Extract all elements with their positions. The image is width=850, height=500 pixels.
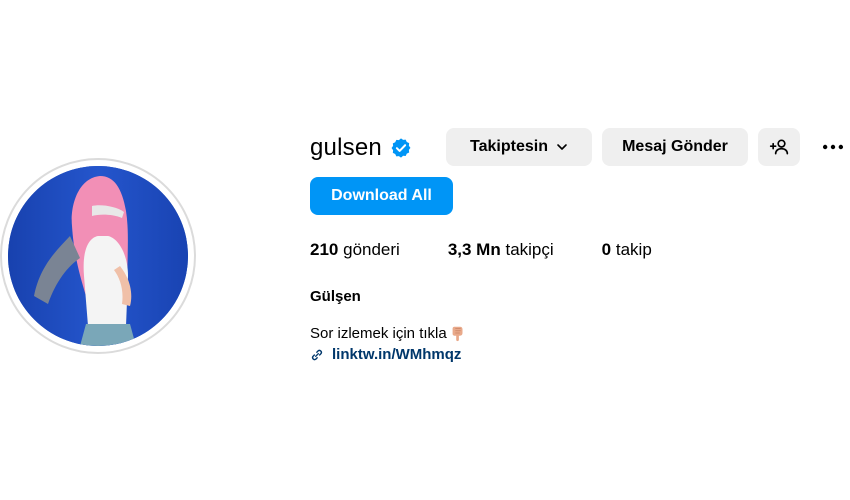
username-row: gulsen [310, 128, 412, 168]
download-all-button[interactable]: Download All [310, 177, 453, 215]
full-name: Gülşen [310, 288, 361, 305]
add-user-button[interactable] [758, 128, 800, 166]
followers-count: 3,3 Mn [447, 240, 501, 259]
username: gulsen [310, 134, 382, 161]
posts-label: gönderi [343, 240, 400, 259]
profile-link-text: linktw.in/WMhmqz [332, 346, 462, 363]
posts-count: 210 [310, 240, 339, 259]
avatar-image [8, 166, 188, 346]
chevron-down-icon [557, 144, 567, 150]
pointing-down-hand-icon [452, 326, 463, 342]
more-options-icon [822, 144, 844, 150]
bio: Sor izlemek için tıkla [310, 324, 467, 342]
verified-badge-icon [390, 137, 412, 159]
profile-avatar-ring[interactable] [0, 158, 196, 354]
message-button[interactable]: Mesaj Gönder [602, 128, 748, 166]
posts-stat[interactable]: 210 gönderi [310, 240, 400, 260]
followers-label: takipçi [505, 240, 554, 259]
avatar[interactable] [8, 166, 188, 346]
following-count: 0 [601, 240, 612, 259]
following-button[interactable]: Takiptesin [446, 128, 592, 166]
following-label: Takiptesin [470, 138, 548, 155]
link-icon [311, 349, 323, 360]
bio-text: Sor izlemek için tıkla [310, 324, 447, 342]
profile-stats: 210 gönderi 3,3 Mn takipçi 0 takip [310, 240, 700, 260]
profile-link[interactable]: linktw.in/WMhmqz [310, 346, 461, 363]
following-stat[interactable]: 0 takip [602, 240, 652, 260]
followers-stat[interactable]: 3,3 Mn takipçi [448, 240, 554, 260]
add-user-icon [769, 139, 789, 155]
following-label-text: takip [615, 240, 652, 259]
more-options-button[interactable] [816, 128, 850, 166]
